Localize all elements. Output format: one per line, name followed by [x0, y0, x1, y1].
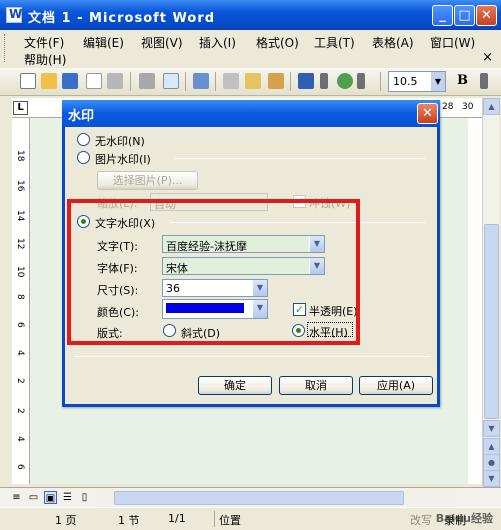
- select-picture-button[interactable]: 选择图片(P)...: [97, 171, 198, 190]
- scroll-down-icon[interactable]: ▼: [483, 420, 500, 437]
- undo-dropdown-icon[interactable]: [320, 73, 328, 89]
- reading-view-icon[interactable]: ▯: [78, 491, 91, 504]
- ruler-tick: 6: [15, 322, 25, 328]
- cut-icon[interactable]: [223, 73, 239, 89]
- menu-view[interactable]: 视图(V): [141, 34, 183, 51]
- ruler-tick: 28: [442, 102, 454, 112]
- no-watermark-label[interactable]: 无水印(N): [95, 133, 145, 149]
- web-view-icon[interactable]: ▭: [27, 491, 40, 504]
- toolbar-options-icon[interactable]: [357, 73, 365, 89]
- menu-tools[interactable]: 工具(T): [314, 34, 355, 51]
- ruler-tick: 2: [15, 378, 25, 384]
- status-page-of: 1/1: [168, 512, 186, 525]
- email-icon[interactable]: [107, 73, 123, 89]
- picture-watermark-label[interactable]: 图片水印(I): [95, 151, 151, 167]
- menu-window[interactable]: 窗口(W): [430, 34, 475, 51]
- status-position: 位置: [219, 514, 241, 527]
- ruler-tick: 30: [462, 102, 474, 112]
- menu-bar: 文件(F) 编辑(E) 视图(V) 插入(I) 格式(O) 工具(T) 表格(A…: [0, 30, 501, 68]
- ruler-tick: 8: [15, 294, 25, 300]
- hyperlink-icon[interactable]: [337, 73, 353, 89]
- ruler-tick: 4: [15, 350, 25, 356]
- picture-watermark-radio[interactable]: [77, 151, 90, 164]
- font-size-value: 10.5: [393, 75, 418, 88]
- next-page-icon[interactable]: ▼: [483, 470, 500, 487]
- spelling-icon[interactable]: [193, 73, 209, 89]
- cancel-button[interactable]: 取消: [279, 376, 353, 395]
- no-watermark-radio[interactable]: [77, 133, 90, 146]
- undo-icon[interactable]: [298, 73, 314, 89]
- ruler-tick: 16: [15, 180, 25, 192]
- format-painter-icon[interactable]: [268, 73, 284, 89]
- vertical-scroll-thumb[interactable]: [484, 224, 499, 419]
- menu-format[interactable]: 格式(O): [256, 34, 299, 51]
- dialog-title: 水印: [68, 109, 95, 124]
- toolbar-separator: [290, 72, 291, 91]
- vertical-ruler[interactable]: 18 16 14 12 10 8 6 4 2 2 4 6: [12, 118, 30, 484]
- toolbar-separator: [380, 72, 381, 91]
- word-app-icon[interactable]: [6, 7, 22, 23]
- title-bar: 文档 1 - Microsoft Word _ □ ✕: [0, 0, 501, 30]
- ruler-tick: 4: [15, 436, 25, 442]
- page-margin: [468, 118, 482, 484]
- status-page: 1 页: [55, 514, 77, 527]
- dialog-close-button[interactable]: ✕: [417, 103, 438, 124]
- baidu-watermark-logo: Baidu经验: [435, 512, 493, 525]
- apply-button[interactable]: 应用(A): [359, 376, 433, 395]
- menu-table[interactable]: 表格(A): [372, 34, 414, 51]
- paste-icon[interactable]: [245, 73, 261, 89]
- browse-object-icon[interactable]: ●: [483, 454, 500, 471]
- group-divider: [75, 356, 430, 357]
- permission-icon[interactable]: [86, 73, 102, 89]
- menu-insert[interactable]: 插入(I): [199, 34, 236, 51]
- tab-selector[interactable]: L: [13, 101, 28, 115]
- close-window-button[interactable]: ✕: [476, 5, 497, 26]
- status-ovr[interactable]: 改写: [410, 512, 432, 528]
- ruler-tick: 10: [15, 266, 25, 278]
- menu-edit[interactable]: 编辑(E): [83, 34, 124, 51]
- highlight-annotation-box: [67, 199, 360, 345]
- toolbar-separator: [215, 72, 216, 91]
- vertical-scrollbar[interactable]: ▲ ▼ ▲ ● ▼: [482, 98, 500, 487]
- horizontal-scrollbar[interactable]: ≡ ▭ ▣ ☰ ▯: [0, 487, 501, 507]
- ruler-tick: 14: [15, 210, 25, 222]
- print-preview-icon[interactable]: [163, 73, 179, 89]
- ok-button[interactable]: 确定: [198, 376, 272, 395]
- close-document-icon[interactable]: ×: [482, 50, 493, 65]
- standard-toolbar: 10.5 ▼ B: [0, 68, 501, 96]
- status-separator: [214, 511, 215, 527]
- bold-button[interactable]: B: [457, 73, 468, 88]
- ruler-tick: 18: [15, 150, 25, 162]
- previous-page-icon[interactable]: ▲: [483, 438, 500, 455]
- open-folder-icon[interactable]: [41, 73, 57, 89]
- toolbar-separator: [130, 72, 131, 91]
- menu-grip[interactable]: [4, 34, 7, 62]
- menu-file[interactable]: 文件(F): [24, 34, 64, 51]
- scroll-up-icon[interactable]: ▲: [483, 98, 500, 115]
- status-bar: 1 页 1 节 1/1 位置 改写 录制: [0, 507, 501, 530]
- minimize-button[interactable]: _: [432, 5, 453, 26]
- toolbar-separator: [185, 72, 186, 91]
- ruler-tick: 6: [15, 464, 25, 470]
- save-icon[interactable]: [62, 73, 78, 89]
- new-document-icon[interactable]: [20, 73, 36, 89]
- menu-help[interactable]: 帮助(H): [24, 51, 66, 68]
- ruler-tick: 12: [15, 238, 25, 250]
- status-section: 1 节: [118, 514, 140, 527]
- chevron-down-icon[interactable]: ▼: [431, 72, 445, 91]
- dialog-title-bar: 水印 ✕: [62, 100, 440, 127]
- font-size-combo[interactable]: 10.5 ▼: [388, 71, 446, 92]
- print-icon[interactable]: [139, 73, 155, 89]
- toolbar-overflow-icon[interactable]: [480, 73, 488, 89]
- maximize-button[interactable]: □: [454, 5, 475, 26]
- horizontal-scroll-thumb[interactable]: [114, 491, 404, 505]
- normal-view-icon[interactable]: ≡: [10, 491, 23, 504]
- outline-view-icon[interactable]: ☰: [61, 491, 74, 504]
- window-title: 文档 1 - Microsoft Word: [28, 11, 216, 26]
- group-divider: [175, 158, 425, 159]
- ruler-tick: 2: [15, 408, 25, 414]
- print-layout-view-icon[interactable]: ▣: [44, 491, 57, 504]
